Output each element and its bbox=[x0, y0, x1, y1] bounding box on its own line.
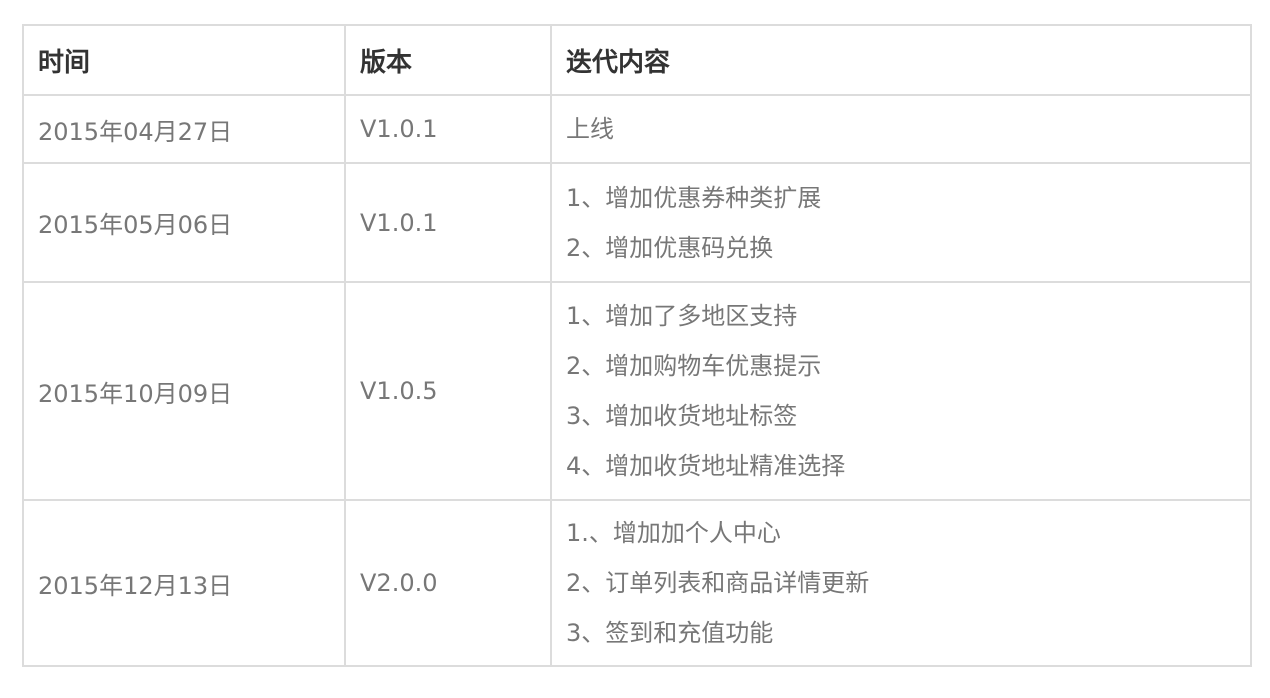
date-cell: 2015年10月09日 bbox=[22, 281, 346, 501]
content-cell: 1.、增加加个人中心 2、订单列表和商品详情更新 3、签到和充值功能 bbox=[550, 499, 1252, 667]
table-header-row: 时间 版本 迭代内容 bbox=[22, 24, 1252, 96]
date-cell: 2015年12月13日 bbox=[22, 499, 346, 667]
content-cell: 1、增加了多地区支持 2、增加购物车优惠提示 3、增加收货地址标签 4、增加收货… bbox=[550, 281, 1252, 501]
content-item: 1、增加优惠券种类扩展 bbox=[566, 183, 822, 212]
header-content: 迭代内容 bbox=[550, 24, 1252, 96]
table-row: 2015年12月13日 V2.0.0 1.、增加加个人中心 2、订单列表和商品详… bbox=[22, 499, 1252, 667]
version-cell: V1.0.1 bbox=[344, 162, 552, 283]
content-list: 上线 bbox=[566, 104, 1250, 154]
version-cell: V2.0.0 bbox=[344, 499, 552, 667]
content-list: 1、增加优惠券种类扩展 2、增加优惠码兑换 bbox=[566, 173, 1250, 273]
content-list: 1、增加了多地区支持 2、增加购物车优惠提示 3、增加收货地址标签 4、增加收货… bbox=[566, 291, 1250, 491]
content-item: 3、签到和充值功能 bbox=[566, 619, 774, 647]
date-cell: 2015年04月27日 bbox=[22, 94, 346, 164]
content-item: 3、增加收货地址标签 bbox=[566, 402, 798, 430]
content-item: 1.、增加加个人中心 bbox=[566, 519, 781, 547]
header-version: 版本 bbox=[344, 24, 552, 96]
date-cell: 2015年05月06日 bbox=[22, 162, 346, 283]
content-item: 2、增加购物车优惠提示 bbox=[566, 352, 822, 380]
version-history-table: 时间 版本 迭代内容 2015年04月27日 V1.0.1 上线 2015年05… bbox=[22, 24, 1252, 667]
table-row: 2015年05月06日 V1.0.1 1、增加优惠券种类扩展 2、增加优惠码兑换 bbox=[22, 162, 1252, 283]
table-row: 2015年04月27日 V1.0.1 上线 bbox=[22, 94, 1252, 164]
content-item: 1、增加了多地区支持 bbox=[566, 302, 798, 330]
table-row: 2015年10月09日 V1.0.5 1、增加了多地区支持 2、增加购物车优惠提… bbox=[22, 281, 1252, 501]
header-date: 时间 bbox=[22, 24, 346, 96]
content-cell: 1、增加优惠券种类扩展 2、增加优惠码兑换 bbox=[550, 162, 1252, 283]
content-item: 上线 bbox=[566, 115, 614, 143]
content-item: 2、订单列表和商品详情更新 bbox=[566, 569, 870, 597]
content-cell: 上线 bbox=[550, 94, 1252, 164]
version-cell: V1.0.1 bbox=[344, 94, 552, 164]
content-item: 4、增加收货地址精准选择 bbox=[566, 452, 846, 480]
content-list: 1.、增加加个人中心 2、订单列表和商品详情更新 3、签到和充值功能 bbox=[566, 508, 1250, 658]
version-cell: V1.0.5 bbox=[344, 281, 552, 501]
content-item: 2、增加优惠码兑换 bbox=[566, 233, 774, 262]
